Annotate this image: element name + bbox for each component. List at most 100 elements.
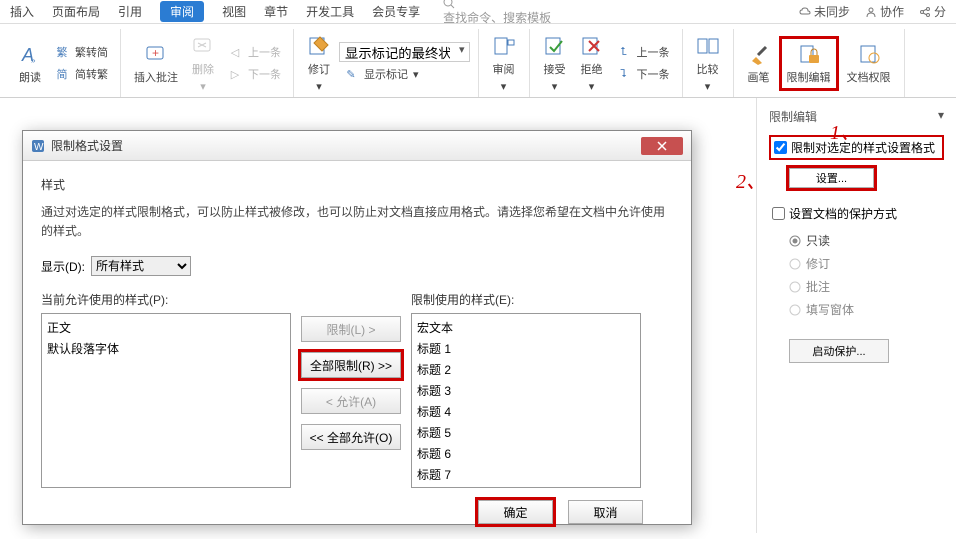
brush-button[interactable]: 画笔 bbox=[742, 39, 776, 88]
radio-icon bbox=[789, 235, 801, 247]
show-markup-button[interactable]: ✎显示标记▾ bbox=[339, 64, 470, 84]
delete-comment-button[interactable]: 删除▾ bbox=[186, 31, 220, 96]
list-item[interactable]: 标题 5 bbox=[417, 422, 635, 443]
allow-all-button[interactable]: << 全部允许(O) bbox=[301, 424, 401, 450]
radio-icon bbox=[789, 281, 801, 293]
app-icon: W bbox=[31, 139, 45, 153]
list-item[interactable]: 标题 2 bbox=[417, 359, 635, 380]
track-changes-button[interactable]: 修订▾ bbox=[302, 31, 336, 96]
insert-comment-button[interactable]: + 插入批注 bbox=[129, 39, 183, 88]
svg-text:+: + bbox=[152, 46, 159, 60]
allowed-styles-label: 当前允许使用的样式(P): bbox=[41, 291, 291, 308]
markup-icon: ✎ bbox=[343, 66, 359, 82]
restrict-edit-panel: 限制编辑 ▾ 限制对选定的样式设置格式 设置... 设置文档的保护方式 只读 修… bbox=[756, 98, 956, 533]
list-item[interactable]: 标题 6 bbox=[417, 443, 635, 464]
review-pane-button[interactable]: 审阅▾ bbox=[487, 31, 521, 96]
format-restriction-dialog: W 限制格式设置 样式 通过对选定的样式限制格式，可以防止样式被修改，也可以防止… bbox=[22, 130, 692, 525]
protect-method-checkbox[interactable]: 设置文档的保护方式 bbox=[769, 203, 944, 224]
read-aloud-button[interactable]: A» 朗读 bbox=[13, 39, 47, 88]
list-item[interactable]: 正文 bbox=[47, 317, 285, 338]
doc-permission-button[interactable]: 文档权限 bbox=[842, 39, 896, 88]
share-btn[interactable]: 分 bbox=[919, 3, 946, 20]
menu-chapter[interactable]: 章节 bbox=[264, 3, 288, 20]
menu-reference[interactable]: 引用 bbox=[118, 3, 142, 20]
next-change-button[interactable]: ⮧下一条 bbox=[612, 64, 674, 84]
radio-form[interactable]: 填写窗体 bbox=[789, 301, 944, 318]
menu-insert[interactable]: 插入 bbox=[10, 3, 34, 20]
svg-text:W: W bbox=[34, 142, 44, 153]
list-item[interactable]: 宏文本 bbox=[417, 317, 635, 338]
convert-icon: 简 bbox=[54, 66, 70, 82]
delete-icon bbox=[191, 34, 215, 58]
simp-to-trad-button[interactable]: 繁繁转简 bbox=[50, 42, 112, 62]
list-item[interactable]: 标题 7 bbox=[417, 464, 635, 485]
radio-comment[interactable]: 批注 bbox=[789, 278, 944, 295]
close-icon bbox=[657, 141, 667, 151]
radio-track[interactable]: 修订 bbox=[789, 255, 944, 272]
cancel-button[interactable]: 取消 bbox=[568, 500, 643, 524]
markup-state-dropdown[interactable]: ▾ bbox=[339, 42, 470, 62]
reject-button[interactable]: 拒绝▾ bbox=[575, 31, 609, 96]
restricted-styles-list[interactable]: 宏文本 标题 1 标题 2 标题 3 标题 4 标题 5 标题 6 标题 7 bbox=[411, 313, 641, 488]
menu-vip[interactable]: 会员专享 bbox=[372, 3, 420, 20]
ok-button[interactable]: 确定 bbox=[478, 500, 553, 524]
dialog-description: 通过对选定的样式限制格式，可以防止样式被修改，也可以防止对文档直接应用格式。请选… bbox=[41, 203, 673, 241]
close-button[interactable] bbox=[641, 137, 683, 155]
restrict-edit-button[interactable]: 限制编辑 bbox=[779, 36, 839, 91]
chevron-down-icon: ▾ bbox=[455, 43, 469, 61]
prev-comment-button[interactable]: ◁上一条 bbox=[223, 42, 285, 62]
trad-to-simp-button[interactable]: 简简转繁 bbox=[50, 64, 112, 84]
radio-icon bbox=[789, 304, 801, 316]
search-input[interactable]: 查找命令、搜索模板 bbox=[443, 0, 551, 26]
share-icon bbox=[919, 6, 931, 18]
next-icon: ▷ bbox=[227, 66, 243, 82]
list-item[interactable]: 标题 4 bbox=[417, 401, 635, 422]
checkbox-input[interactable] bbox=[774, 141, 787, 154]
menu-bar: 插入 页面布局 引用 审阅 视图 章节 开发工具 会员专享 查找命令、搜索模板 … bbox=[0, 0, 956, 24]
lock-icon bbox=[797, 42, 821, 66]
sync-status[interactable]: 未同步 bbox=[799, 3, 850, 20]
checkbox-input[interactable] bbox=[772, 207, 785, 220]
menu-right: 未同步 协作 分 bbox=[799, 3, 946, 20]
reject-icon bbox=[580, 34, 604, 58]
cloud-icon bbox=[799, 6, 811, 18]
restrict-all-button[interactable]: 全部限制(R) >> bbox=[301, 352, 401, 378]
settings-button[interactable]: 设置... bbox=[789, 168, 874, 188]
radio-icon bbox=[789, 258, 801, 270]
prev-icon: ⮤ bbox=[616, 44, 632, 60]
list-item[interactable]: 标题 1 bbox=[417, 338, 635, 359]
allow-button[interactable]: < 允许(A) bbox=[301, 388, 401, 414]
list-item[interactable]: 标题 3 bbox=[417, 380, 635, 401]
show-select[interactable]: 所有样式 bbox=[91, 256, 191, 276]
compare-icon bbox=[696, 34, 720, 58]
show-label: 显示(D): bbox=[41, 258, 85, 275]
allowed-styles-list[interactable]: 正文 默认段落字体 bbox=[41, 313, 291, 488]
annotation-2: 2、 bbox=[736, 165, 766, 194]
section-label: 样式 bbox=[41, 176, 673, 193]
menu-view[interactable]: 视图 bbox=[222, 3, 246, 20]
menu-review[interactable]: 审阅 bbox=[160, 1, 204, 22]
collab-btn[interactable]: 协作 bbox=[865, 3, 904, 20]
menu-dev[interactable]: 开发工具 bbox=[306, 3, 354, 20]
permission-icon bbox=[857, 42, 881, 66]
comment-icon: + bbox=[144, 42, 168, 66]
accept-button[interactable]: 接受▾ bbox=[538, 31, 572, 96]
start-protect-button[interactable]: 启动保护... bbox=[789, 339, 889, 363]
restricted-styles-label: 限制使用的样式(E): bbox=[411, 291, 641, 308]
radio-readonly[interactable]: 只读 bbox=[789, 232, 944, 249]
edit-icon bbox=[307, 34, 331, 58]
text-icon: A» bbox=[18, 42, 42, 66]
markup-state-input[interactable] bbox=[340, 43, 455, 61]
menu-layout[interactable]: 页面布局 bbox=[52, 3, 100, 20]
annotation-1: 1、 bbox=[830, 116, 860, 145]
restrict-button[interactable]: 限制(L) > bbox=[301, 316, 401, 342]
svg-text:»: » bbox=[31, 56, 36, 65]
compare-button[interactable]: 比较▾ bbox=[691, 31, 725, 96]
pane-icon bbox=[492, 34, 516, 58]
next-comment-button[interactable]: ▷下一条 bbox=[223, 64, 285, 84]
list-item[interactable]: 默认段落字体 bbox=[47, 338, 285, 359]
next-icon: ⮧ bbox=[616, 66, 632, 82]
accept-icon bbox=[543, 34, 567, 58]
prev-change-button[interactable]: ⮤上一条 bbox=[612, 42, 674, 62]
convert-icon: 繁 bbox=[54, 44, 70, 60]
